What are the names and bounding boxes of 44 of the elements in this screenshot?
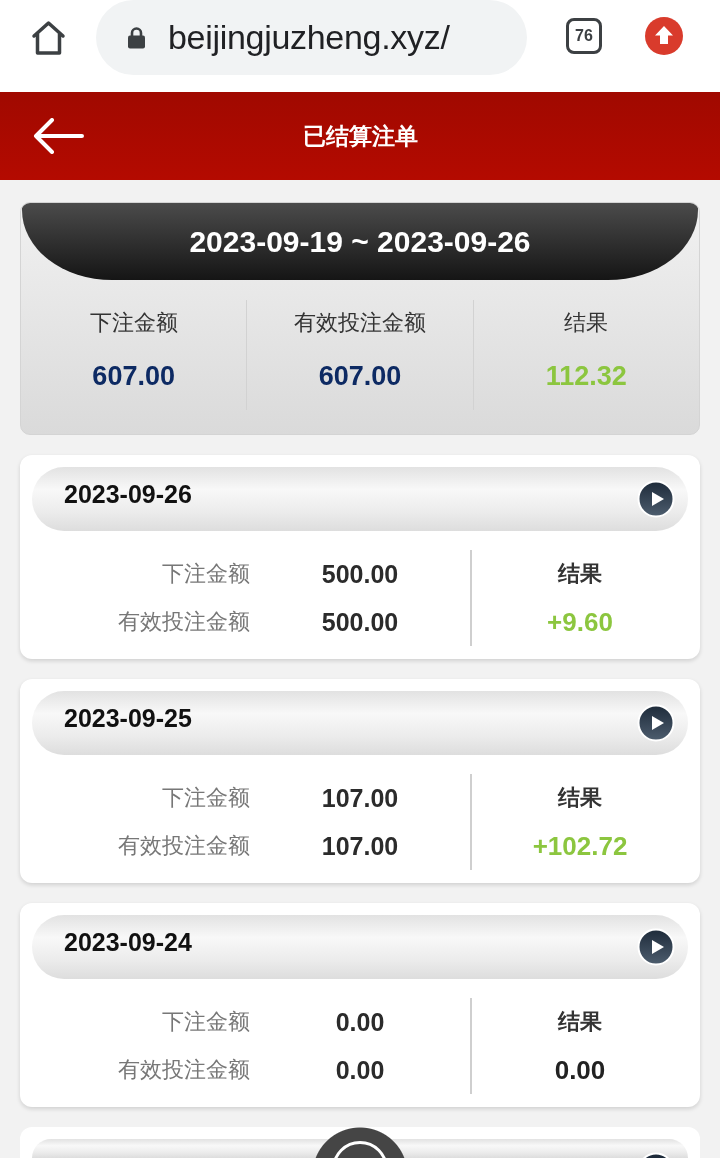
- page-title: 已结算注单: [302, 121, 418, 151]
- tab-count-button[interactable]: 76: [566, 18, 602, 54]
- summary-value: 607.00: [318, 360, 402, 392]
- play-button-icon[interactable]: [637, 704, 675, 742]
- date-text: 2023-09-24: [64, 928, 192, 957]
- result-value: +9.60: [547, 606, 613, 638]
- result-label: 结果: [558, 784, 602, 812]
- back-arrow-icon: [33, 118, 84, 154]
- summary-value: 607.00: [92, 360, 175, 392]
- date-header-bar[interactable]: 2023-09-25: [32, 691, 688, 755]
- date-header-bar[interactable]: 2023-09-24: [32, 915, 688, 979]
- result-label: 结果: [558, 560, 602, 588]
- amount-label: 下注金额: [162, 784, 250, 812]
- date-text: 2023-09-25: [64, 704, 192, 733]
- summary-label: 有效投注金额: [294, 309, 426, 337]
- result-value: 0.00: [554, 1054, 606, 1086]
- amount-value: 0.00: [335, 1055, 385, 1085]
- date-range-banner: 2023-09-19 ~ 2023-09-26: [22, 203, 698, 280]
- date-header-bar[interactable]: 2023-09-26: [32, 467, 688, 531]
- amount-label: 有效投注金额: [118, 832, 250, 860]
- amount-value: 500.00: [321, 559, 399, 589]
- amount-label: 下注金额: [162, 560, 250, 588]
- date-header-bar[interactable]: [32, 1139, 688, 1158]
- lock-icon: [127, 26, 146, 49]
- amount-value: 107.00: [321, 831, 399, 861]
- summary-label: 结果: [564, 309, 609, 337]
- amount-value: 500.00: [321, 607, 399, 637]
- amount-label: 有效投注金额: [118, 1056, 250, 1084]
- ring-icon: [332, 1141, 388, 1158]
- play-button-icon[interactable]: [637, 928, 675, 966]
- play-button-icon[interactable]: [637, 480, 675, 518]
- url-text: beijingjuzheng.xyz/: [168, 18, 450, 57]
- result-label: 结果: [558, 1008, 602, 1036]
- summary-value: 112.32: [545, 360, 627, 392]
- address-bar[interactable]: beijingjuzheng.xyz/: [96, 0, 527, 75]
- date-text: 2023-09-26: [64, 480, 192, 509]
- amount-label: 有效投注金额: [118, 608, 250, 636]
- amount-label: 下注金额: [162, 1008, 250, 1036]
- amount-value: 0.00: [335, 1007, 385, 1037]
- home-icon[interactable]: [30, 20, 67, 56]
- summary-label: 下注金额: [89, 309, 178, 337]
- result-value: +102.72: [532, 830, 628, 862]
- amount-value: 107.00: [321, 783, 399, 813]
- back-button[interactable]: [33, 118, 84, 154]
